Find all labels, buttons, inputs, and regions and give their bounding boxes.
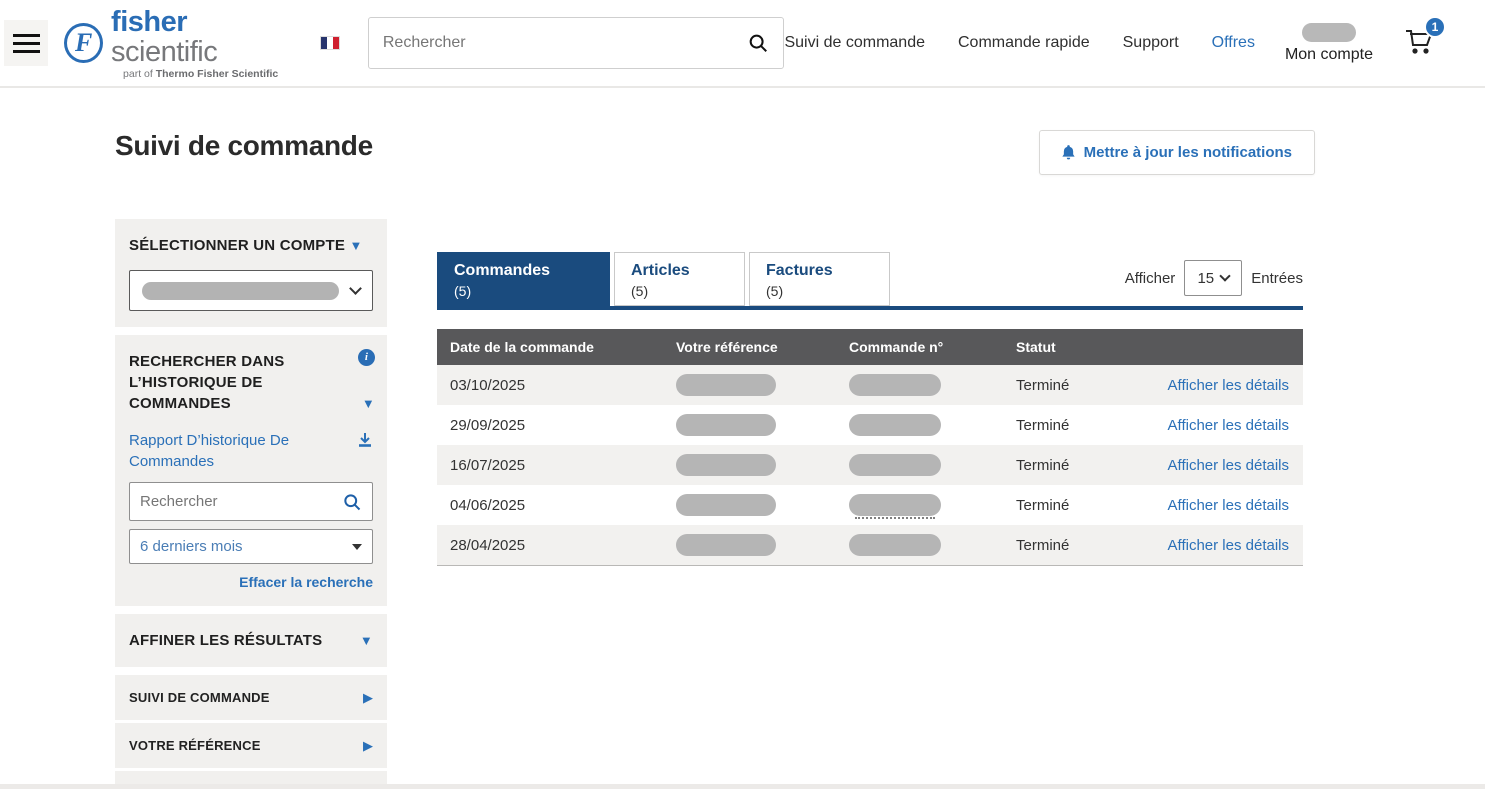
nav-quick-order[interactable]: Commande rapide — [958, 34, 1090, 52]
view-details-link[interactable]: Afficher les détails — [1168, 457, 1289, 474]
table-bottom-border — [437, 565, 1303, 566]
table-row: 29/09/2025 Terminé Afficher les détails — [437, 405, 1303, 445]
tab-underline — [437, 306, 1303, 310]
page-size-prefix: Afficher — [1125, 270, 1176, 287]
bell-icon — [1062, 145, 1075, 160]
french-flag-icon[interactable] — [320, 36, 340, 50]
reference-redacted — [676, 494, 776, 516]
col-order-no: Commande n° — [836, 339, 1003, 355]
chevron-down-icon — [349, 282, 362, 295]
menu-icon[interactable] — [4, 20, 48, 66]
period-select[interactable]: 6 derniers mois — [129, 529, 373, 564]
chevron-down-icon: ▼ — [349, 238, 362, 253]
results-content: Commandes (5) Articles (5) Factures (5) … — [437, 219, 1303, 789]
reference-redacted — [676, 414, 776, 436]
chevron-down-icon — [352, 544, 362, 550]
col-date: Date de la commande — [437, 339, 663, 355]
account-name-redacted — [1302, 23, 1356, 42]
page-title: Suivi de commande — [115, 130, 373, 162]
page-size-suffix: Entrées — [1251, 270, 1303, 287]
nav-offers[interactable]: Offres — [1212, 34, 1255, 52]
footer-edge — [0, 784, 1485, 789]
logo-wordmark: fisher scientific — [111, 7, 294, 67]
order-no-redacted — [849, 454, 941, 476]
chevron-right-icon: ▶ — [363, 738, 373, 754]
account-menu[interactable]: Mon compte — [1285, 23, 1373, 64]
nav-order-tracking[interactable]: Suivi de commande — [784, 34, 925, 52]
global-search — [368, 17, 785, 69]
order-no-redacted — [849, 414, 941, 436]
cart-button[interactable]: 1 — [1403, 25, 1437, 62]
table-row: 04/06/2025 Terminé Afficher les détails — [437, 485, 1303, 525]
refine-results-section: AFFINER LES RÉSULTATS ▼ — [115, 614, 387, 667]
page-size-control: Afficher 15 Entrées — [1125, 260, 1303, 296]
history-search-input[interactable] — [140, 493, 342, 510]
chevron-down-icon — [1219, 270, 1230, 281]
filters-sidebar: SÉLECTIONNER UN COMPTE ▼ RECHERCHER DANS… — [115, 219, 387, 789]
col-reference: Votre référence — [663, 339, 836, 355]
order-history-header[interactable]: RECHERCHER DANS L’HISTORIQUE DE COMMANDE… — [129, 351, 373, 414]
table-row: 03/10/2025 Terminé Afficher les détails — [437, 365, 1303, 405]
page-body: Suivi de commande Mettre à jour les noti… — [0, 130, 1485, 789]
orders-table-header: Date de la commande Votre référence Comm… — [437, 329, 1303, 365]
update-notifications-button[interactable]: Mettre à jour les notifications — [1039, 130, 1315, 175]
search-icon[interactable] — [747, 32, 769, 54]
chevron-down-icon: ▼ — [360, 630, 373, 651]
order-no-redacted — [849, 374, 941, 396]
search-icon[interactable] — [342, 492, 362, 512]
view-details-link[interactable]: Afficher les détails — [1168, 417, 1289, 434]
status-label: Terminé — [1003, 497, 1140, 514]
table-row: 28/04/2025 Terminé Afficher les détails — [437, 525, 1303, 565]
view-details-link[interactable]: Afficher les détails — [1168, 497, 1289, 514]
filter-your-reference[interactable]: VOTRE RÉFÉRENCE ▶ — [115, 723, 387, 768]
order-history-report-link[interactable]: Rapport D’historique De Commandes — [129, 430, 373, 472]
refine-results-header[interactable]: AFFINER LES RÉSULTATS ▼ — [129, 630, 373, 651]
chevron-down-icon: ▼ — [362, 393, 375, 414]
reference-redacted — [676, 534, 776, 556]
results-tabs: Commandes (5) Articles (5) Factures (5) … — [437, 252, 1303, 306]
orders-table: Date de la commande Votre référence Comm… — [437, 329, 1303, 566]
cart-badge: 1 — [1424, 16, 1446, 38]
select-account-header[interactable]: SÉLECTIONNER UN COMPTE ▼ — [129, 235, 373, 256]
reference-redacted — [676, 454, 776, 476]
top-header: F fisher scientific part of Thermo Fishe… — [0, 0, 1485, 88]
logo-tagline: part of Thermo Fisher Scientific — [111, 68, 294, 80]
tab-articles[interactable]: Articles (5) — [614, 252, 745, 306]
chevron-right-icon: ▶ — [363, 690, 373, 706]
status-label: Terminé — [1003, 417, 1140, 434]
info-icon[interactable]: i — [358, 349, 375, 366]
col-status: Statut — [1003, 339, 1140, 355]
account-value-redacted — [142, 282, 339, 300]
page-size-select[interactable]: 15 — [1184, 260, 1242, 296]
view-details-link[interactable]: Afficher les détails — [1168, 377, 1289, 394]
tab-factures[interactable]: Factures (5) — [749, 252, 890, 306]
order-history-search-section: RECHERCHER DANS L’HISTORIQUE DE COMMANDE… — [115, 335, 387, 606]
logo-monogram-icon: F — [64, 23, 103, 63]
table-row: 16/07/2025 Terminé Afficher les détails — [437, 445, 1303, 485]
status-label: Terminé — [1003, 457, 1140, 474]
download-icon[interactable] — [357, 432, 373, 448]
order-no-redacted — [849, 534, 941, 556]
nav-support[interactable]: Support — [1123, 34, 1179, 52]
filter-order-tracking[interactable]: SUIVI DE COMMANDE ▶ — [115, 675, 387, 720]
tab-commandes[interactable]: Commandes (5) — [437, 252, 610, 306]
order-no-redacted — [849, 494, 941, 516]
status-label: Terminé — [1003, 537, 1140, 554]
select-account-section: SÉLECTIONNER UN COMPTE ▼ — [115, 219, 387, 327]
main-nav: Suivi de commande Commande rapide Suppor… — [784, 34, 1254, 52]
status-label: Terminé — [1003, 377, 1140, 394]
fisher-scientific-logo[interactable]: F fisher scientific part of Thermo Fishe… — [64, 7, 293, 80]
clear-search-link[interactable]: Effacer la recherche — [129, 574, 373, 590]
reference-redacted — [676, 374, 776, 396]
global-search-input[interactable] — [383, 34, 748, 52]
account-label: Mon compte — [1285, 46, 1373, 64]
view-details-link[interactable]: Afficher les détails — [1168, 537, 1289, 554]
history-search — [129, 482, 373, 521]
account-select[interactable] — [129, 270, 373, 311]
